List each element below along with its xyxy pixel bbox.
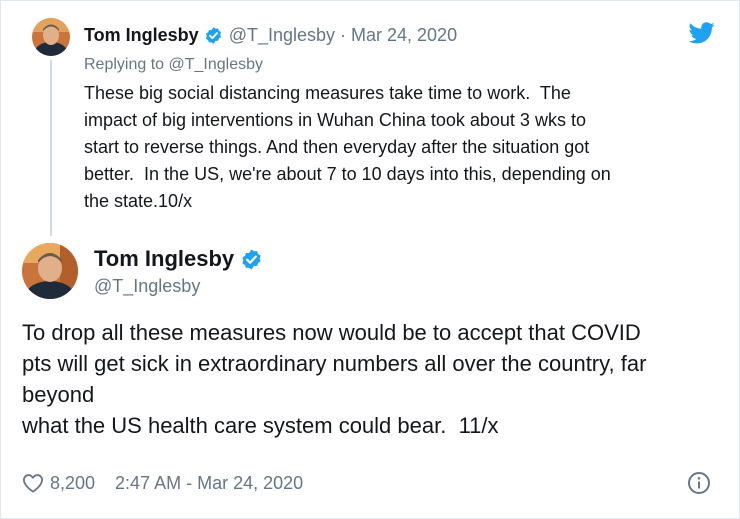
like-count[interactable]: 8,200: [50, 473, 95, 494]
main-tweet-text: To drop all these measures now would be …: [22, 320, 647, 438]
thread-connector-line: [50, 60, 52, 236]
separator-dot: ·: [340, 24, 347, 45]
twitter-bird-icon[interactable]: [688, 22, 715, 44]
parent-tweet-text: These big social distancing measures tak…: [84, 83, 611, 211]
author-handle[interactable]: @T_Inglesby: [229, 25, 335, 46]
author-name[interactable]: Tom Inglesby: [84, 25, 199, 46]
heart-icon[interactable]: [22, 473, 44, 493]
verified-badge-icon: [204, 26, 223, 45]
replying-to-mention[interactable]: @T_Inglesby: [169, 56, 264, 73]
author-handle[interactable]: @T_Inglesby: [94, 276, 200, 297]
info-icon[interactable]: [687, 471, 711, 495]
author-name[interactable]: Tom Inglesby: [94, 246, 234, 272]
parent-tweet-header: Tom Inglesby @T_Inglesby · Mar 24, 2020: [84, 24, 457, 46]
verified-badge-icon: [240, 248, 263, 271]
replying-to-line: Replying to @T_Inglesby: [84, 56, 263, 74]
tweet-timestamp[interactable]: 2:47 AM - Mar 24, 2020: [115, 473, 303, 494]
main-tweet-name-row: Tom Inglesby: [94, 246, 263, 272]
parent-tweet: Tom Inglesby @T_Inglesby · Mar 24, 2020 …: [0, 0, 740, 236]
tweet-date[interactable]: Mar 24, 2020: [351, 25, 457, 46]
replying-to-label: Replying to: [84, 56, 165, 73]
tweet-footer: 8,200 2:47 AM - Mar 24, 2020: [22, 470, 303, 496]
avatar[interactable]: [32, 18, 70, 56]
avatar[interactable]: [22, 243, 78, 299]
